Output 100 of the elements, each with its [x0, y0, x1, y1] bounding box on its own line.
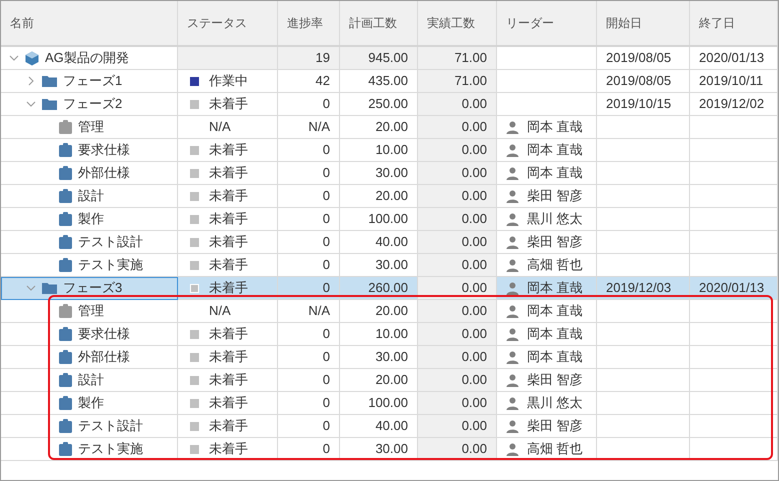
planned-hours: 20.00: [375, 371, 408, 390]
planned-hours: 100.00: [368, 394, 408, 412]
table-row[interactable]: テスト実施 未着手 0 30.00 0.00 高畑 哲也: [1, 254, 778, 277]
end-date: 2020/01/13: [699, 279, 764, 298]
leader-name: 柴田 智彦: [527, 371, 583, 390]
person-icon: [506, 166, 519, 180]
actual-hours: 0.00: [462, 302, 487, 320]
table-row[interactable]: 製作 未着手 0 100.00 0.00 黒川 悠太: [1, 208, 778, 231]
table-row[interactable]: 製作 未着手 0 100.00 0.00 黒川 悠太: [1, 392, 778, 415]
progress-value: 0: [322, 210, 330, 228]
task-name: 要求仕様: [78, 141, 130, 160]
actual-hours: 0.00: [462, 279, 487, 298]
actual-hours: 0.00: [462, 394, 487, 412]
progress-value: 42: [316, 72, 330, 90]
person-icon: [506, 236, 519, 248]
column-header[interactable]: 実績工数: [418, 1, 497, 45]
table-row[interactable]: 要求仕様 未着手 0 10.00 0.00 岡本 直哉: [1, 323, 778, 346]
progress-value: 0: [322, 417, 330, 436]
leader-name: 黒川 悠太: [527, 394, 583, 412]
column-header[interactable]: 進捗率: [278, 1, 340, 45]
task-name: 外部仕様: [78, 164, 130, 182]
leader-name: 黒川 悠太: [527, 210, 583, 228]
task-name: 設計: [78, 371, 104, 390]
progress-value: 0: [322, 371, 330, 390]
table-row[interactable]: フェーズ1 作業中 42 435.00 71.00 2019/08/05 2019/10/11: [1, 70, 778, 93]
actual-hours: 0.00: [462, 141, 487, 160]
clipboard-icon: [59, 350, 72, 364]
table-row[interactable]: テスト設計 未着手 0 40.00 0.00 柴田 智彦: [1, 415, 778, 438]
status-text: N/A: [209, 302, 231, 320]
table-row[interactable]: 設計 未着手 0 20.00 0.00 柴田 智彦: [1, 369, 778, 392]
table-row[interactable]: 設計 未着手 0 20.00 0.00 柴田 智彦: [1, 185, 778, 208]
status-text: 未着手: [209, 95, 248, 114]
clipboard-icon: [59, 212, 72, 226]
planned-hours: 250.00: [368, 95, 408, 114]
folder-icon: [42, 75, 57, 87]
planned-hours: 10.00: [375, 141, 408, 160]
task-name: 製作: [78, 210, 104, 228]
table-row[interactable]: 外部仕様 未着手 0 30.00 0.00 岡本 直哉: [1, 162, 778, 185]
folder-icon: [42, 282, 57, 294]
start-date: 2019/10/15: [606, 95, 672, 114]
actual-hours: 0.00: [462, 164, 487, 182]
progress-value: 0: [322, 141, 330, 160]
table-row[interactable]: テスト実施 未着手 0 30.00 0.00 高畑 哲也: [1, 438, 778, 461]
actual-hours: 0.00: [462, 210, 487, 228]
table-row[interactable]: AG製品の開発 19 945.00 71.00 2019/08/05 2020/01/13: [1, 47, 778, 70]
task-name: 管理: [78, 118, 104, 136]
person-icon: [506, 212, 519, 226]
start-date: 2019/12/03: [606, 279, 672, 298]
status-text: 作業中: [209, 72, 248, 90]
actual-hours: 0.00: [462, 187, 487, 206]
progress-value: 0: [322, 394, 330, 412]
status-text: 未着手: [209, 187, 248, 206]
clipboard-icon: [59, 327, 72, 341]
person-icon: [506, 328, 519, 340]
status-text: 未着手: [209, 279, 248, 298]
chevron-down-icon[interactable]: [26, 99, 36, 109]
progress-value: 0: [322, 279, 330, 298]
folder-icon: [42, 98, 57, 110]
person-icon: [506, 190, 519, 202]
task-name: テスト実施: [78, 256, 143, 274]
chevron-down-icon[interactable]: [9, 53, 19, 63]
person-icon: [506, 258, 519, 272]
person-icon: [506, 442, 519, 456]
column-header[interactable]: 計画工数: [340, 1, 418, 45]
leader-name: 柴田 智彦: [527, 233, 583, 252]
column-header[interactable]: 名前: [1, 1, 178, 45]
clipboard-icon: [59, 166, 72, 180]
chevron-right-icon[interactable]: [26, 76, 36, 86]
person-icon: [506, 350, 519, 364]
task-name: 要求仕様: [78, 325, 130, 344]
planned-hours: 40.00: [375, 233, 408, 252]
chevron-down-icon[interactable]: [26, 283, 36, 293]
status-text: 未着手: [209, 348, 248, 366]
task-name: フェーズ1: [63, 72, 122, 90]
column-header[interactable]: リーダー: [497, 1, 597, 45]
column-header[interactable]: 開始日: [597, 1, 690, 45]
column-header[interactable]: 終了日: [690, 1, 778, 45]
status-text: 未着手: [209, 233, 248, 252]
task-name: テスト設計: [78, 417, 143, 436]
person-icon: [506, 420, 519, 432]
actual-hours: 0.00: [462, 95, 487, 114]
table-row[interactable]: 管理 N/A N/A 20.00 0.00 岡本 直哉: [1, 116, 778, 139]
actual-hours: 0.00: [462, 417, 487, 436]
column-header[interactable]: ステータス: [178, 1, 278, 45]
table-row[interactable]: 要求仕様 未着手 0 10.00 0.00 岡本 直哉: [1, 139, 778, 162]
planned-hours: 20.00: [375, 187, 408, 206]
actual-hours: 0.00: [462, 118, 487, 136]
progress-value: 0: [322, 233, 330, 252]
leader-name: 岡本 直哉: [527, 302, 583, 320]
planned-hours: 10.00: [375, 325, 408, 344]
table-row[interactable]: フェーズ2 未着手 0 250.00 0.00 2019/10/15 2019/12/02: [1, 93, 778, 116]
table-row[interactable]: テスト設計 未着手 0 40.00 0.00 柴田 智彦: [1, 231, 778, 254]
planned-hours: 100.00: [368, 210, 408, 228]
actual-hours: 0.00: [462, 371, 487, 390]
table-row[interactable]: 外部仕様 未着手 0 30.00 0.00 岡本 直哉: [1, 346, 778, 369]
progress-value: 0: [322, 440, 330, 458]
leader-name: 柴田 智彦: [527, 417, 583, 436]
table-row[interactable]: フェーズ3 未着手 0 260.00 0.00 岡本 直哉 2019/12/03 2020/01/13: [1, 277, 778, 300]
clipboard-icon: [59, 419, 72, 433]
table-row[interactable]: 管理 N/A N/A 20.00 0.00 岡本 直哉: [1, 300, 778, 323]
